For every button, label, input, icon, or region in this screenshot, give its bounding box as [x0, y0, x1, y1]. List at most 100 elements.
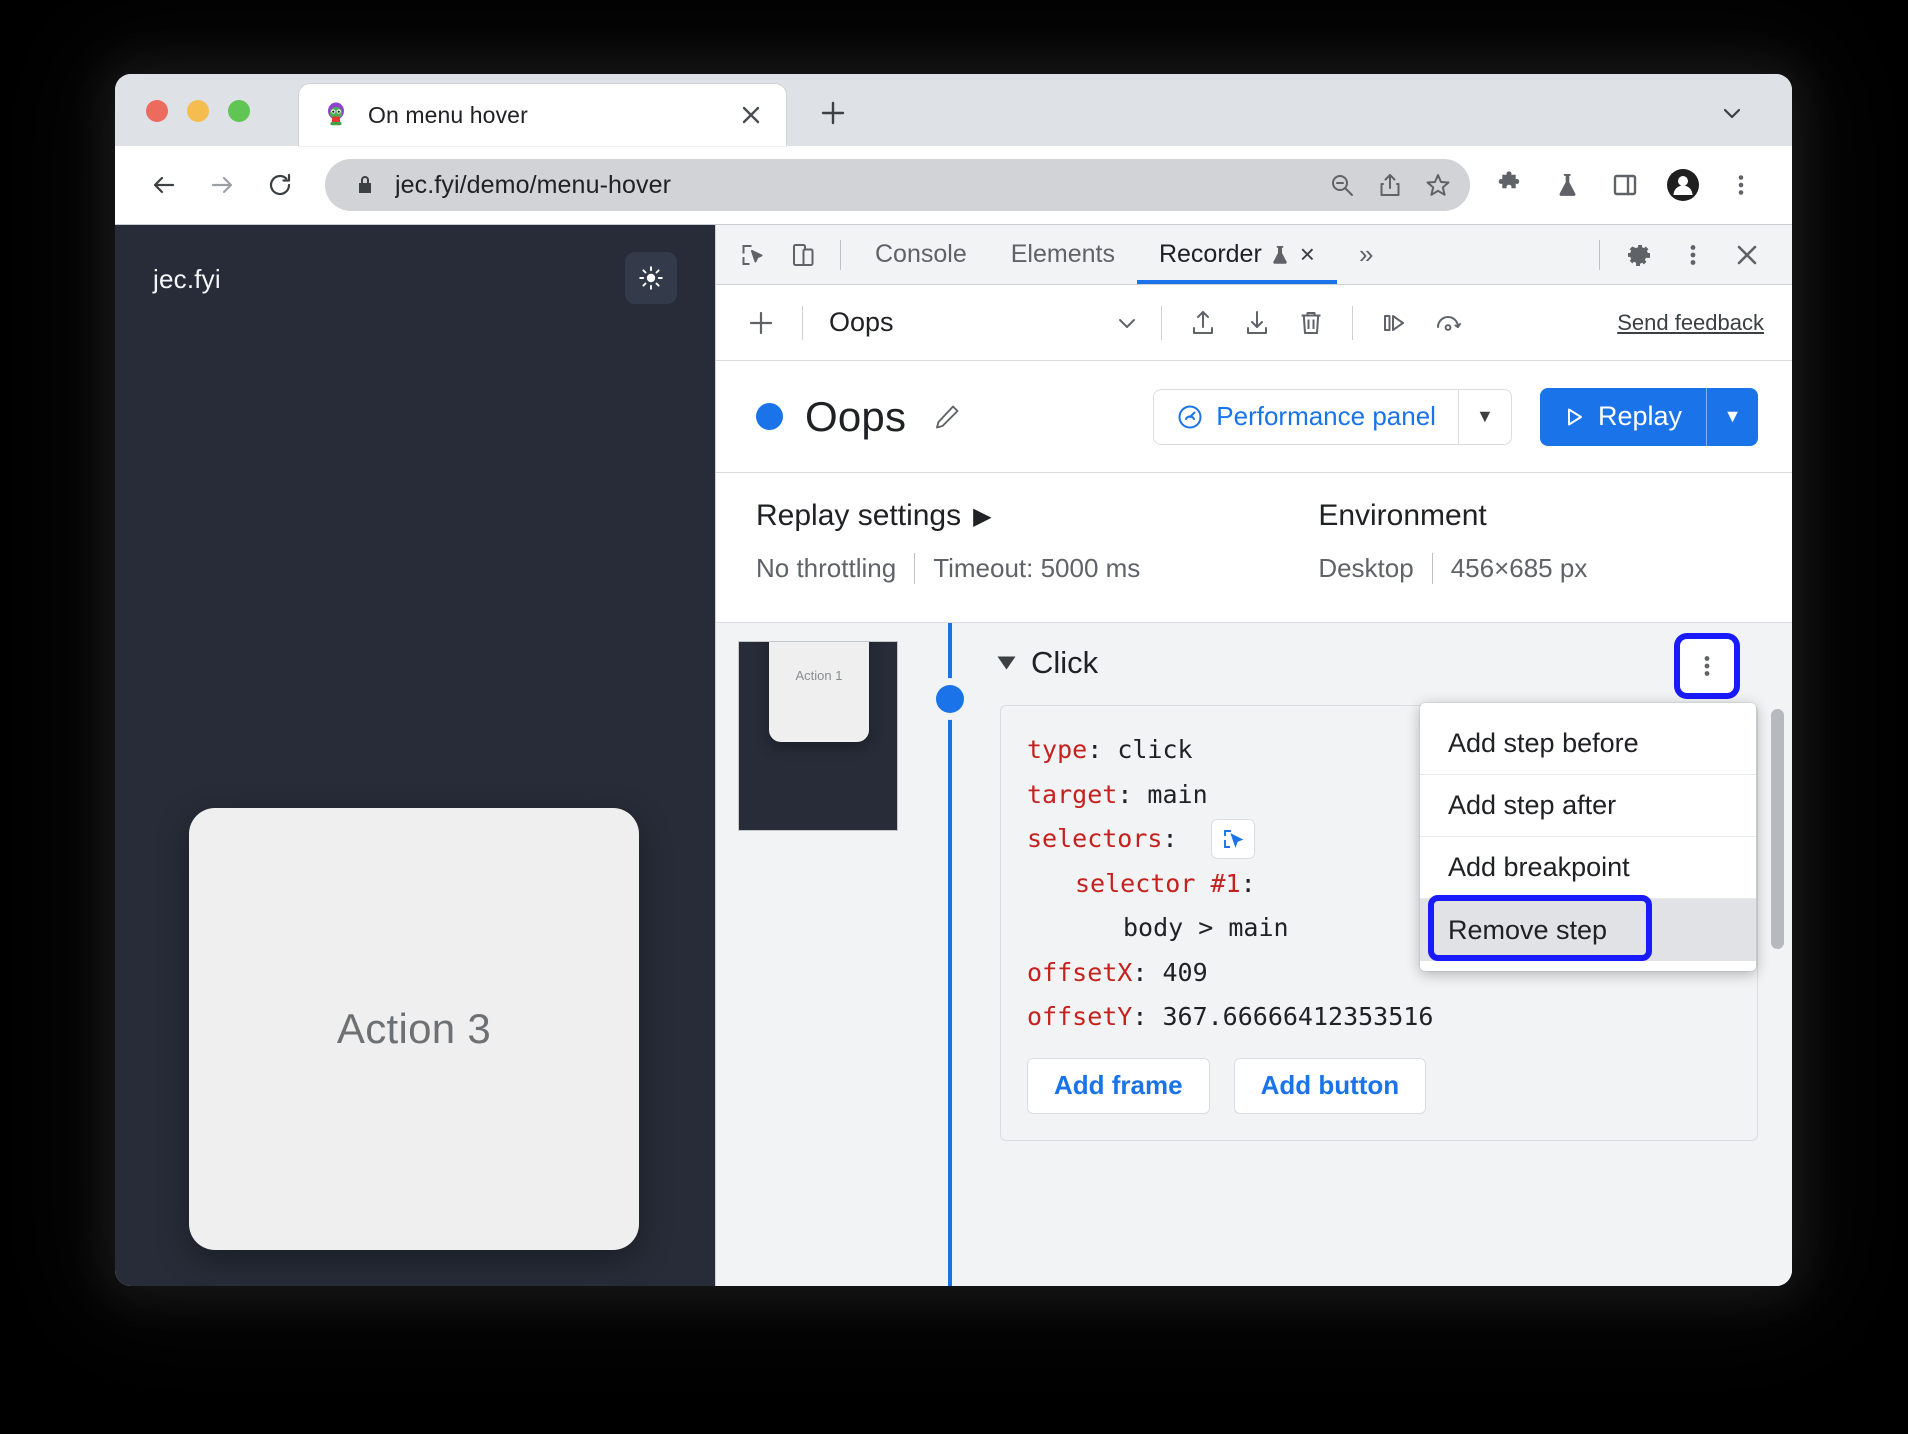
code-sep: :	[1240, 868, 1256, 898]
code-sep: :	[1117, 779, 1148, 809]
delete-trash-icon[interactable]	[1284, 296, 1338, 350]
more-tabs-label: »	[1358, 239, 1374, 269]
steps-scrollbar[interactable]	[1771, 709, 1784, 949]
menu-item-remove-step[interactable]: Remove step	[1420, 895, 1756, 961]
theme-toggle-sun-icon[interactable]	[625, 252, 677, 304]
tab-console[interactable]: Console	[853, 226, 989, 284]
menu-item-add-step-after[interactable]: Add step after	[1420, 775, 1756, 837]
play-triangle-icon	[1562, 405, 1586, 429]
recording-select-label: Oops	[829, 307, 894, 337]
timeout-value: Timeout: 5000 ms	[914, 553, 1158, 584]
browser-kebab-menu-icon[interactable]	[1716, 160, 1766, 210]
environment-label: Environment	[1318, 499, 1487, 532]
device-toolbar-icon[interactable]	[778, 231, 828, 279]
code-line: offsetY: 367.66666412353516	[1027, 995, 1731, 1040]
performance-panel-button[interactable]: Performance panel	[1153, 388, 1458, 445]
steps-timeline-rail	[926, 623, 972, 1286]
content-split: jec.fyi Action 3 Console Elements Record…	[115, 224, 1792, 1286]
minimize-window-button[interactable]	[187, 100, 209, 122]
throttling-value: No throttling	[756, 553, 897, 583]
replay-dropdown-arrow[interactable]: ▼	[1706, 387, 1758, 446]
address-bar[interactable]: jec.fyi/demo/menu-hover	[325, 159, 1470, 211]
page-viewport: jec.fyi Action 3	[115, 225, 715, 1286]
replay-button-group: Replay ▼	[1539, 387, 1758, 446]
device-value: Desktop	[1318, 553, 1414, 583]
browser-toolbar: jec.fyi/demo/menu-hover	[115, 146, 1792, 224]
send-feedback-link[interactable]: Send feedback	[1617, 310, 1772, 336]
import-upload-icon[interactable]	[1176, 296, 1230, 350]
replay-settings-col: Replay settings ▶ No throttling Timeout:…	[756, 499, 1158, 584]
step-screenshot-col: Action 1	[716, 623, 926, 1286]
edit-pencil-icon[interactable]	[924, 394, 970, 440]
code-sep: :	[1132, 957, 1163, 987]
step-header[interactable]: Click	[997, 645, 1758, 681]
devtools-panel: Console Elements Recorder × » Oops Send …	[715, 225, 1792, 1286]
new-tab-button[interactable]	[812, 92, 854, 134]
devtools-tabbar: Console Elements Recorder × »	[716, 225, 1792, 285]
window-traffic-lights	[146, 100, 250, 122]
step-screenshot-thumbnail[interactable]: Action 1	[738, 641, 898, 831]
add-button-button[interactable]: Add button	[1233, 1057, 1427, 1114]
divider	[840, 239, 841, 270]
step-kebab-menu-icon[interactable]	[1680, 639, 1734, 693]
environment-heading: Environment	[1318, 499, 1605, 533]
recording-select[interactable]: Oops	[817, 307, 1147, 338]
devtools-kebab-menu-icon[interactable]	[1666, 231, 1720, 279]
code-sep: :	[1087, 735, 1118, 764]
replay-button[interactable]: Replay	[1539, 387, 1706, 446]
timeline-step-node[interactable]	[936, 685, 964, 713]
extensions-puzzle-icon[interactable]	[1484, 160, 1534, 210]
menu-item-add-breakpoint[interactable]: Add breakpoint	[1420, 837, 1756, 899]
address-bar-url: jec.fyi/demo/menu-hover	[395, 170, 672, 199]
tab-list-chevron-down-icon[interactable]	[1712, 93, 1752, 133]
code-key: selector #1	[1075, 868, 1241, 898]
forward-arrow-icon[interactable]	[197, 160, 247, 210]
reload-icon[interactable]	[255, 160, 305, 210]
selector-picker-icon[interactable]	[1210, 819, 1255, 860]
action-card[interactable]: Action 3	[189, 808, 639, 1250]
code-value: click	[1117, 735, 1193, 764]
add-frame-button[interactable]: Add frame	[1027, 1057, 1210, 1114]
add-recording-button[interactable]	[734, 296, 788, 350]
code-sep: :	[1162, 824, 1193, 853]
menu-item-add-step-before[interactable]: Add step before	[1420, 713, 1756, 775]
tab-elements[interactable]: Elements	[989, 226, 1137, 284]
share-icon[interactable]	[1366, 161, 1414, 209]
tab-title: On menu hover	[368, 101, 528, 128]
performance-panel-dropdown-arrow[interactable]: ▼	[1457, 388, 1512, 445]
step-over-icon[interactable]	[1367, 296, 1421, 350]
export-download-icon[interactable]	[1230, 296, 1284, 350]
recorder-toolbar: Oops Send feedback	[716, 285, 1792, 361]
viewport-value: 456×685 px	[1431, 553, 1606, 584]
recorder-steps-area: Action 1 Click type: click target: mai…	[716, 623, 1792, 1286]
inspect-cursor-icon[interactable]	[728, 231, 778, 279]
maximize-window-button[interactable]	[228, 100, 250, 122]
flask-icon[interactable]	[1542, 160, 1592, 210]
divider	[1599, 239, 1600, 270]
close-window-button[interactable]	[146, 100, 168, 122]
more-tabs-button[interactable]: »	[1337, 226, 1395, 284]
timeline-line	[948, 623, 952, 1286]
code-key: offsetX	[1027, 957, 1133, 987]
tab-recorder-close-icon[interactable]: ×	[1300, 239, 1315, 270]
performance-panel-label: Performance panel	[1216, 401, 1436, 431]
tab-recorder[interactable]: Recorder ×	[1136, 226, 1337, 284]
caret-expanded-icon[interactable]	[997, 656, 1016, 670]
replay-speed-icon[interactable]	[1421, 296, 1475, 350]
devtools-header-actions	[1587, 231, 1792, 279]
browser-tab[interactable]: On menu hover	[299, 84, 786, 146]
code-value: main	[1147, 779, 1208, 809]
gear-icon[interactable]	[1612, 231, 1666, 279]
code-key: target	[1027, 779, 1118, 809]
tab-close-icon[interactable]	[734, 98, 768, 132]
replay-settings-heading[interactable]: Replay settings ▶	[756, 499, 1158, 533]
bookmark-star-icon[interactable]	[1414, 161, 1462, 209]
chevron-down-icon	[1107, 310, 1147, 336]
profile-avatar-icon[interactable]	[1658, 160, 1708, 210]
thumbnail-action-label: Action 1	[795, 668, 843, 683]
back-arrow-icon[interactable]	[139, 160, 189, 210]
side-panel-icon[interactable]	[1600, 160, 1650, 210]
zoom-out-icon[interactable]	[1318, 161, 1366, 209]
devtools-close-icon[interactable]	[1720, 231, 1774, 279]
recording-title-row: Oops Performance panel ▼ Replay ▼	[716, 361, 1792, 473]
